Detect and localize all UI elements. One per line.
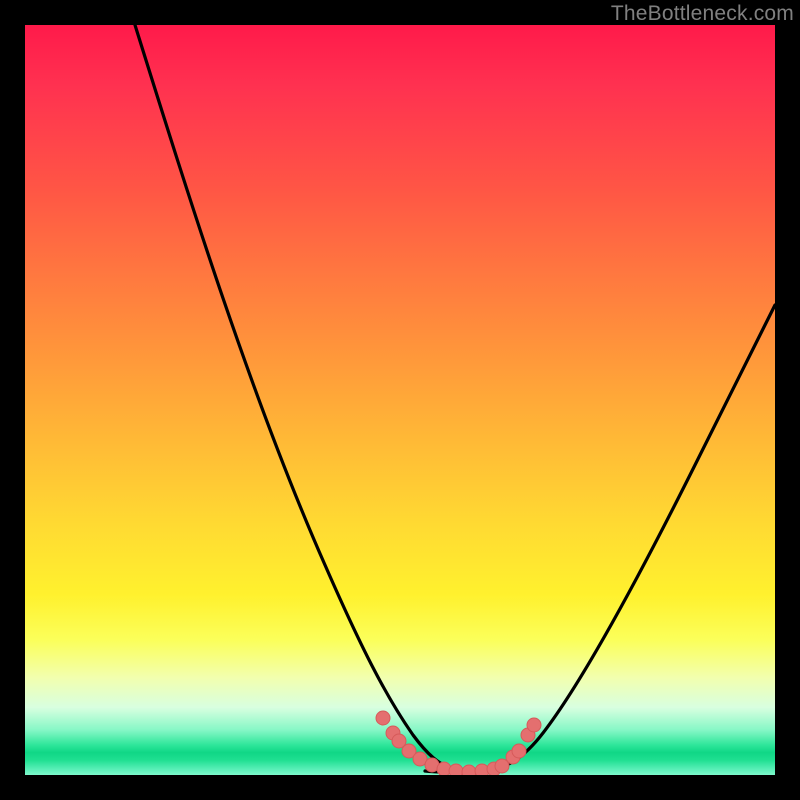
marker-group — [376, 711, 541, 775]
curve-layer — [25, 25, 775, 775]
watermark-text: TheBottleneck.com — [611, 2, 794, 26]
data-marker — [462, 765, 476, 775]
data-marker — [449, 764, 463, 775]
data-marker — [512, 744, 526, 758]
gradient-plot-area — [25, 25, 775, 775]
data-marker — [527, 718, 541, 732]
chart-frame: TheBottleneck.com — [0, 0, 800, 800]
bottleneck-right-curve — [485, 305, 775, 771]
data-marker — [376, 711, 390, 725]
bottleneck-left-curve — [135, 25, 470, 772]
